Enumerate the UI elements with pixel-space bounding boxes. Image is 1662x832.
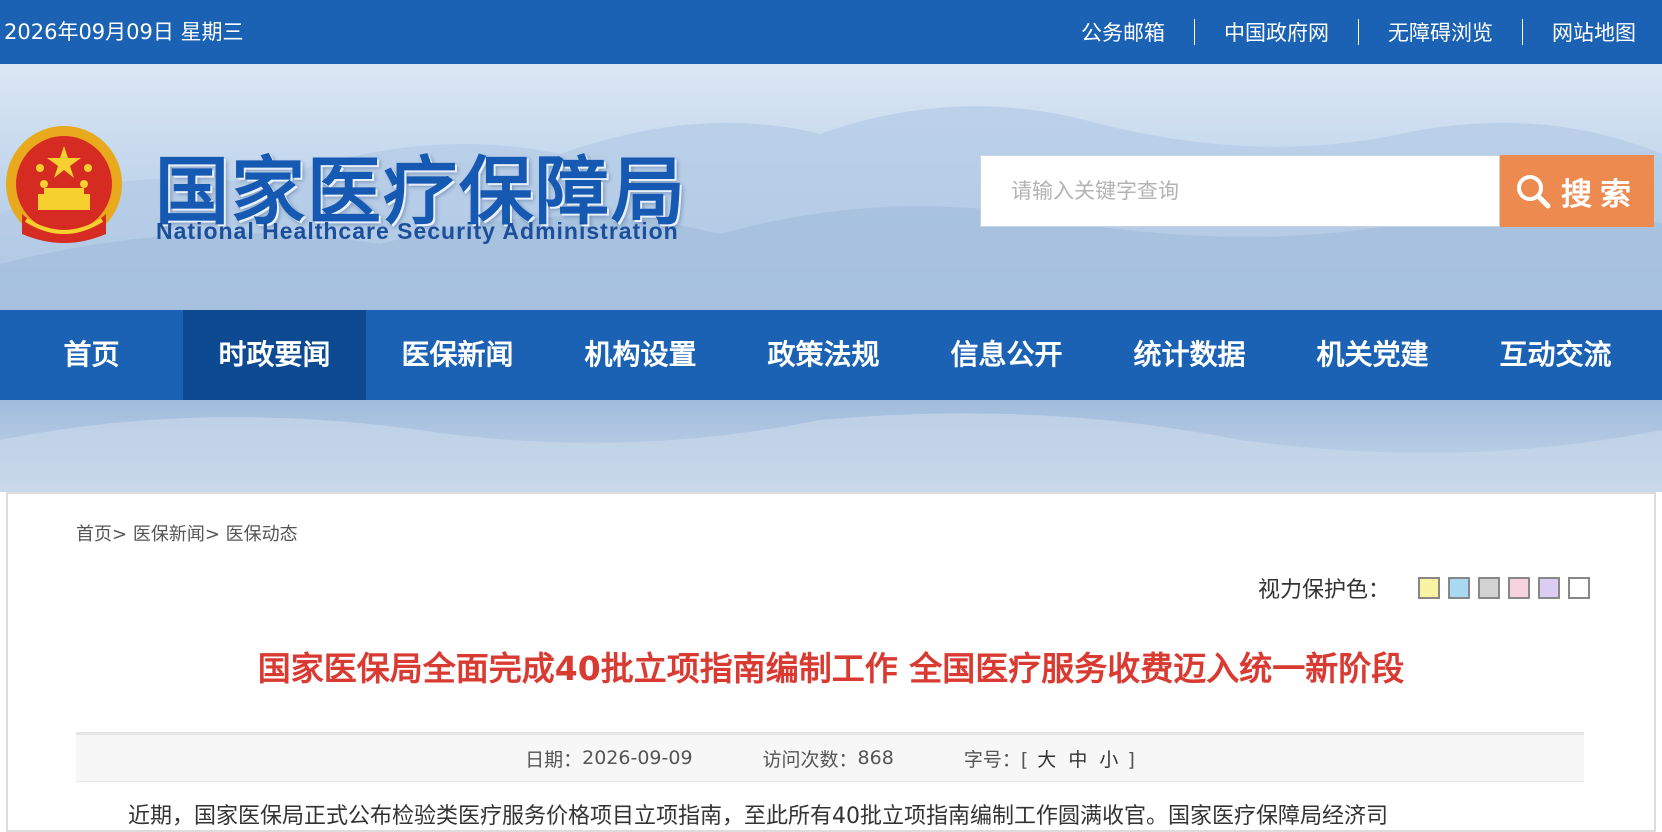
top-bar: 2026年09月09日 星期三 公务邮箱 中国政府网 无障碍浏览 网站地图 (0, 0, 1662, 64)
nav-item-organization[interactable]: 机构设置 (549, 310, 732, 400)
font-size-medium[interactable]: 中 (1068, 749, 1087, 771)
article-panel: 首页> 医保新闻> 医保动态 视力保护色： 国家医保局全面完成40批立项指南编制… (6, 492, 1656, 832)
link-gov-cn[interactable]: 中国政府网 (1224, 17, 1329, 47)
vision-label: 视力保护色： (1257, 578, 1390, 603)
top-links: 公务邮箱 中国政府网 无障碍浏览 网站地图 (1081, 0, 1636, 64)
nav-item-party-building[interactable]: 机关党建 (1281, 310, 1464, 400)
current-date: 2026年09月09日 星期三 (4, 20, 244, 44)
nav-item-statistics[interactable]: 统计数据 (1098, 310, 1281, 400)
bracket-open: [ (1020, 748, 1029, 771)
site-subtitle: National Healthcare Security Administrat… (156, 218, 679, 244)
article-title: 国家医保局全面完成40批立项指南编制工作 全国医疗服务收费迈入统一新阶段 (257, 649, 1405, 688)
national-emblem-icon (4, 124, 124, 252)
color-swatch-blue[interactable] (1448, 577, 1470, 599)
search-icon (1517, 175, 1551, 209)
breadcrumb-dynamics[interactable]: 医保动态 (226, 524, 298, 545)
vision-protection-colors: 视力保护色： (1258, 572, 1590, 604)
site-header: 国家医疗保障局 National Healthcare Security Adm… (0, 64, 1662, 310)
link-accessibility[interactable]: 无障碍浏览 (1388, 17, 1493, 47)
color-swatch-pink[interactable] (1508, 577, 1530, 599)
search-button[interactable]: 搜索 (1500, 155, 1654, 227)
nav-item-medical-insurance-news[interactable]: 医保新闻 (366, 310, 549, 400)
visits-label: 访问次数： (762, 748, 858, 771)
main-nav: 首页 时政要闻 医保新闻 机构设置 政策法规 信息公开 统计数据 机关党建 互动… (0, 310, 1662, 400)
breadcrumb-medical-news[interactable]: 医保新闻> (133, 524, 220, 545)
color-swatch-white[interactable] (1568, 577, 1590, 599)
date-label: 日期： (525, 748, 583, 771)
nav-item-politics-news[interactable]: 时政要闻 (183, 310, 366, 400)
color-swatch-yellow[interactable] (1418, 577, 1440, 599)
bracket-close: ] (1127, 748, 1135, 771)
nav-item-info-disclosure[interactable]: 信息公开 (915, 310, 1098, 400)
breadcrumb: 首页> 医保新闻> 医保动态 (76, 520, 298, 546)
mountain-background (0, 413, 1662, 492)
nav-item-home[interactable]: 首页 (0, 310, 183, 400)
nav-item-interaction[interactable]: 互动交流 (1464, 310, 1647, 400)
nav-item-policies[interactable]: 政策法规 (732, 310, 915, 400)
color-swatch-gray[interactable] (1478, 577, 1500, 599)
search-button-label: 搜索 (1561, 176, 1639, 213)
breadcrumb-home[interactable]: 首页> (76, 524, 127, 545)
search-input[interactable] (981, 156, 1491, 226)
divider (1522, 19, 1523, 45)
font-size-label: 字号： (963, 748, 1021, 771)
publish-date: 2026-09-09 (582, 747, 693, 769)
font-size-large[interactable]: 大 (1037, 749, 1056, 771)
decorative-band (0, 400, 1662, 492)
font-size-small[interactable]: 小 (1099, 749, 1118, 771)
font-size-controls: [ 大 中 小 ] (1021, 745, 1135, 772)
link-sitemap[interactable]: 网站地图 (1552, 17, 1636, 47)
visit-count: 868 (857, 747, 894, 769)
divider (1358, 19, 1359, 45)
color-swatch-purple[interactable] (1538, 577, 1560, 599)
article-body: 近期，国家医保局正式公布检验类医疗服务价格项目立项指南，至此所有40批立项指南编… (128, 804, 1388, 829)
search-box (980, 155, 1500, 227)
article-meta: 日期： 2026-09-09 访问次数： 868 字号： [ 大 中 小 ] (76, 732, 1584, 782)
link-mailbox[interactable]: 公务邮箱 (1081, 17, 1165, 47)
divider (1194, 19, 1195, 45)
